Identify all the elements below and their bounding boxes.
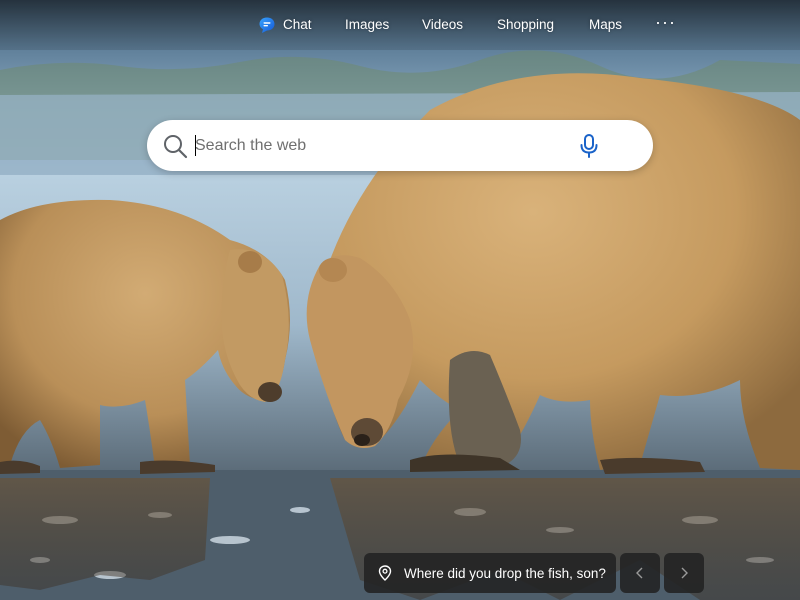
chat-bubble-icon	[259, 17, 275, 33]
next-image-button[interactable]	[664, 553, 704, 593]
chevron-right-icon	[681, 567, 688, 579]
chevron-left-icon	[636, 567, 643, 579]
search-icon[interactable]	[162, 133, 188, 159]
top-navigation: Chat Images Videos Shopping Maps ···	[0, 0, 800, 48]
previous-image-button[interactable]	[620, 553, 660, 593]
microphone-icon[interactable]	[578, 133, 600, 159]
nav-videos-link[interactable]: Videos	[422, 16, 463, 34]
image-caption[interactable]: Where did you drop the fish, son?	[364, 553, 616, 593]
location-pin-icon	[378, 565, 392, 581]
more-menu-button[interactable]: ···	[655, 13, 676, 31]
nav-chat-link[interactable]: Chat	[258, 16, 312, 34]
text-cursor	[195, 135, 196, 156]
nav-images-link[interactable]: Images	[345, 16, 389, 34]
homepage: Chat Images Videos Shopping Maps ··· Whe…	[0, 0, 800, 600]
caption-text: Where did you drop the fish, son?	[404, 565, 606, 581]
nav-chat-label: Chat	[283, 17, 312, 32]
background-photo	[0, 0, 800, 600]
nav-maps-link[interactable]: Maps	[589, 16, 622, 34]
search-input[interactable]	[193, 132, 575, 160]
search-box[interactable]	[147, 120, 653, 171]
nav-shopping-link[interactable]: Shopping	[497, 16, 554, 34]
